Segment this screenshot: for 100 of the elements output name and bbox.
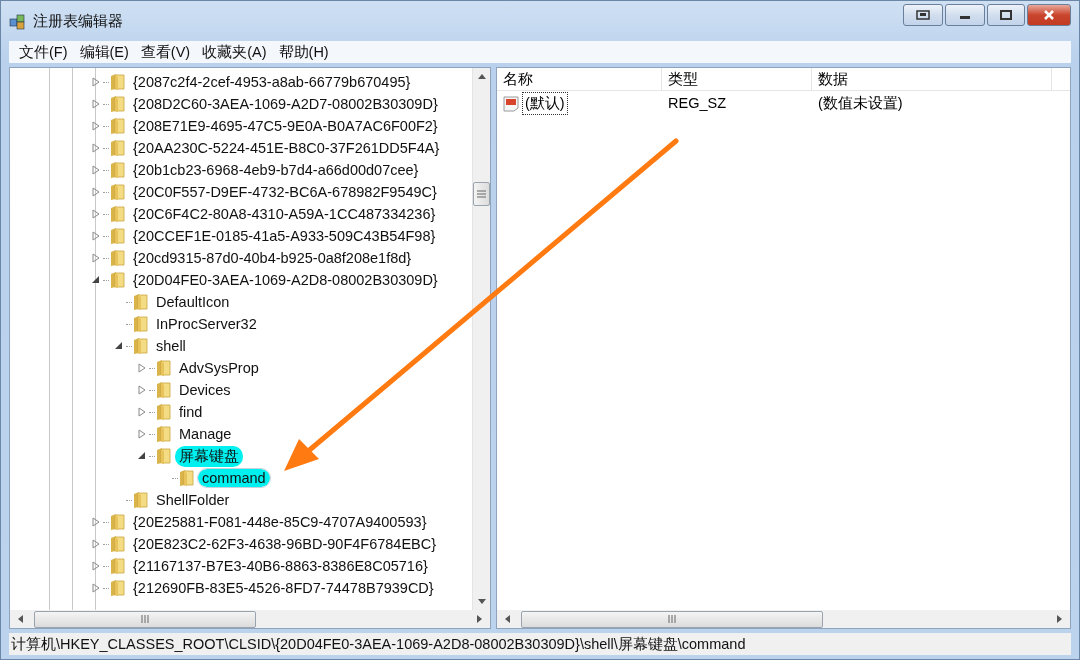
scroll-down-icon[interactable] [476,596,487,606]
menu-item[interactable]: 收藏夹(A) [196,42,273,62]
scroll-left-icon[interactable] [503,614,513,624]
folder-icon [110,117,126,135]
registry-cubes-icon [9,12,27,30]
expand-icon[interactable] [90,98,102,110]
string-value-icon [503,94,521,112]
tree-item[interactable]: InProcServer32 [152,315,261,333]
tree-item[interactable]: {21167137-B7E3-40B6-8863-8386E8C05716} [129,557,432,575]
tree-item[interactable]: shell [152,337,190,355]
folder-icon [110,95,126,113]
tree-item[interactable]: {20b1cb23-6968-4eb9-b7d4-a66d00d07cee} [129,161,423,179]
expand-icon[interactable] [90,142,102,154]
expand-icon[interactable] [136,406,148,418]
scroll-thumb[interactable] [473,182,490,206]
folder-icon [156,381,172,399]
expand-icon[interactable] [90,120,102,132]
tree-item[interactable]: {208E71E9-4695-47C5-9E0A-B0A7AC6F00F2} [129,117,442,135]
window-icon [916,10,930,20]
window-title: 注册表编辑器 [33,11,124,31]
expand-icon[interactable] [90,538,102,550]
value-name[interactable]: (默认) [523,92,567,114]
folder-icon [110,139,126,157]
tree-item[interactable]: {208D2C60-3AEA-1069-A2D7-08002B30309D} [129,95,442,113]
scroll-up-icon[interactable] [476,72,487,82]
scroll-right-icon[interactable] [474,614,484,624]
tree-item[interactable]: {20AA230C-5224-451E-B8C0-37F261DD5F4A} [129,139,444,157]
expand-icon[interactable] [90,230,102,242]
folder-icon [110,557,126,575]
expand-icon[interactable] [90,208,102,220]
maximize-icon [1000,10,1012,20]
tree-item[interactable]: {20cd9315-87d0-40b4-b925-0a8f208e1f8d} [129,249,416,267]
collapse-icon[interactable] [90,274,102,286]
folder-icon [110,535,126,553]
folder-icon [110,271,126,289]
expand-icon[interactable] [90,186,102,198]
column-header[interactable]: 类型 [662,68,812,90]
maximize-button[interactable] [987,4,1025,26]
tree-item[interactable]: {20CCEF1E-0185-41a5-A933-509C43B54F98} [129,227,440,245]
restore-button[interactable] [903,4,943,26]
horizontal-scrollbar[interactable] [10,610,490,628]
folder-icon [133,337,149,355]
column-header[interactable]: 数据 [812,68,1052,90]
tree-item[interactable]: Devices [175,381,235,399]
folder-icon [110,205,126,223]
folder-icon [133,315,149,333]
expand-icon[interactable] [90,582,102,594]
expand-icon[interactable] [136,428,148,440]
folder-icon [110,227,126,245]
expand-icon[interactable] [90,76,102,88]
tree-item[interactable]: {20E25881-F081-448e-85C9-4707A9400593} [129,513,431,531]
status-path: 计算机\HKEY_CLASSES_ROOT\CLSID\{20D04FE0-3AEA-1069-A2D8-08002B30309D}\shell\屏幕键盘\command [11,634,746,654]
tree-item[interactable]: Manage [175,425,236,443]
expand-icon[interactable] [136,384,148,396]
tree-item[interactable]: {20C6F4C2-80A8-4310-A59A-1CC487334236} [129,205,440,223]
close-button[interactable] [1027,4,1071,26]
folder-icon [156,359,172,377]
folder-icon [110,513,126,531]
expand-icon[interactable] [90,252,102,264]
folder-icon [156,403,172,421]
menu-item[interactable]: 文件(F) [13,42,74,62]
folder-icon [156,447,172,465]
scroll-left-icon[interactable] [16,614,26,624]
tree-item[interactable]: DefaultIcon [152,293,234,311]
folder-icon [133,293,149,311]
expand-icon[interactable] [90,560,102,572]
tree-item[interactable]: {20E823C2-62F3-4638-96BD-90F4F6784EBC} [129,535,441,553]
tree-item[interactable]: {2087c2f4-2cef-4953-a8ab-66779b670495} [129,73,415,91]
menu-item[interactable]: 编辑(E) [73,42,135,62]
vertical-scrollbar[interactable] [472,68,490,610]
tree-item[interactable]: 屏幕键盘 [175,445,243,467]
folder-icon [156,425,172,443]
folder-icon [110,161,126,179]
close-icon [1043,9,1055,21]
folder-icon [133,491,149,509]
folder-icon [110,73,126,91]
horizontal-scrollbar[interactable] [497,610,1070,628]
tree-item[interactable]: AdvSysProp [175,359,263,377]
column-header[interactable]: 名称 [497,68,662,90]
tree-item[interactable]: find [175,403,207,421]
folder-icon [110,249,126,267]
scroll-thumb[interactable] [34,610,256,628]
folder-icon [110,183,126,201]
scroll-right-icon[interactable] [1054,614,1064,624]
expand-icon[interactable] [90,516,102,528]
tree-item[interactable]: ShellFolder [152,491,234,509]
menu-item[interactable]: 查看(V) [134,42,197,62]
expand-icon[interactable] [136,362,148,374]
scroll-thumb[interactable] [521,610,823,628]
tree-item[interactable]: {20C0F557-D9EF-4732-BC6A-678982F9549C} [129,183,441,201]
collapse-icon[interactable] [113,340,125,352]
value-type: REG_SZ [667,95,727,111]
expand-icon[interactable] [90,164,102,176]
tree-item[interactable]: {212690FB-83E5-4526-8FD7-74478B7939CD} [129,579,438,597]
collapse-icon[interactable] [136,450,148,462]
menu-item[interactable]: 帮助(H) [272,42,335,62]
tree-item[interactable]: {20D04FE0-3AEA-1069-A2D8-08002B30309D} [129,271,442,289]
minimize-button[interactable] [945,4,985,26]
folder-icon [179,469,195,487]
tree-item[interactable]: command [198,469,270,487]
